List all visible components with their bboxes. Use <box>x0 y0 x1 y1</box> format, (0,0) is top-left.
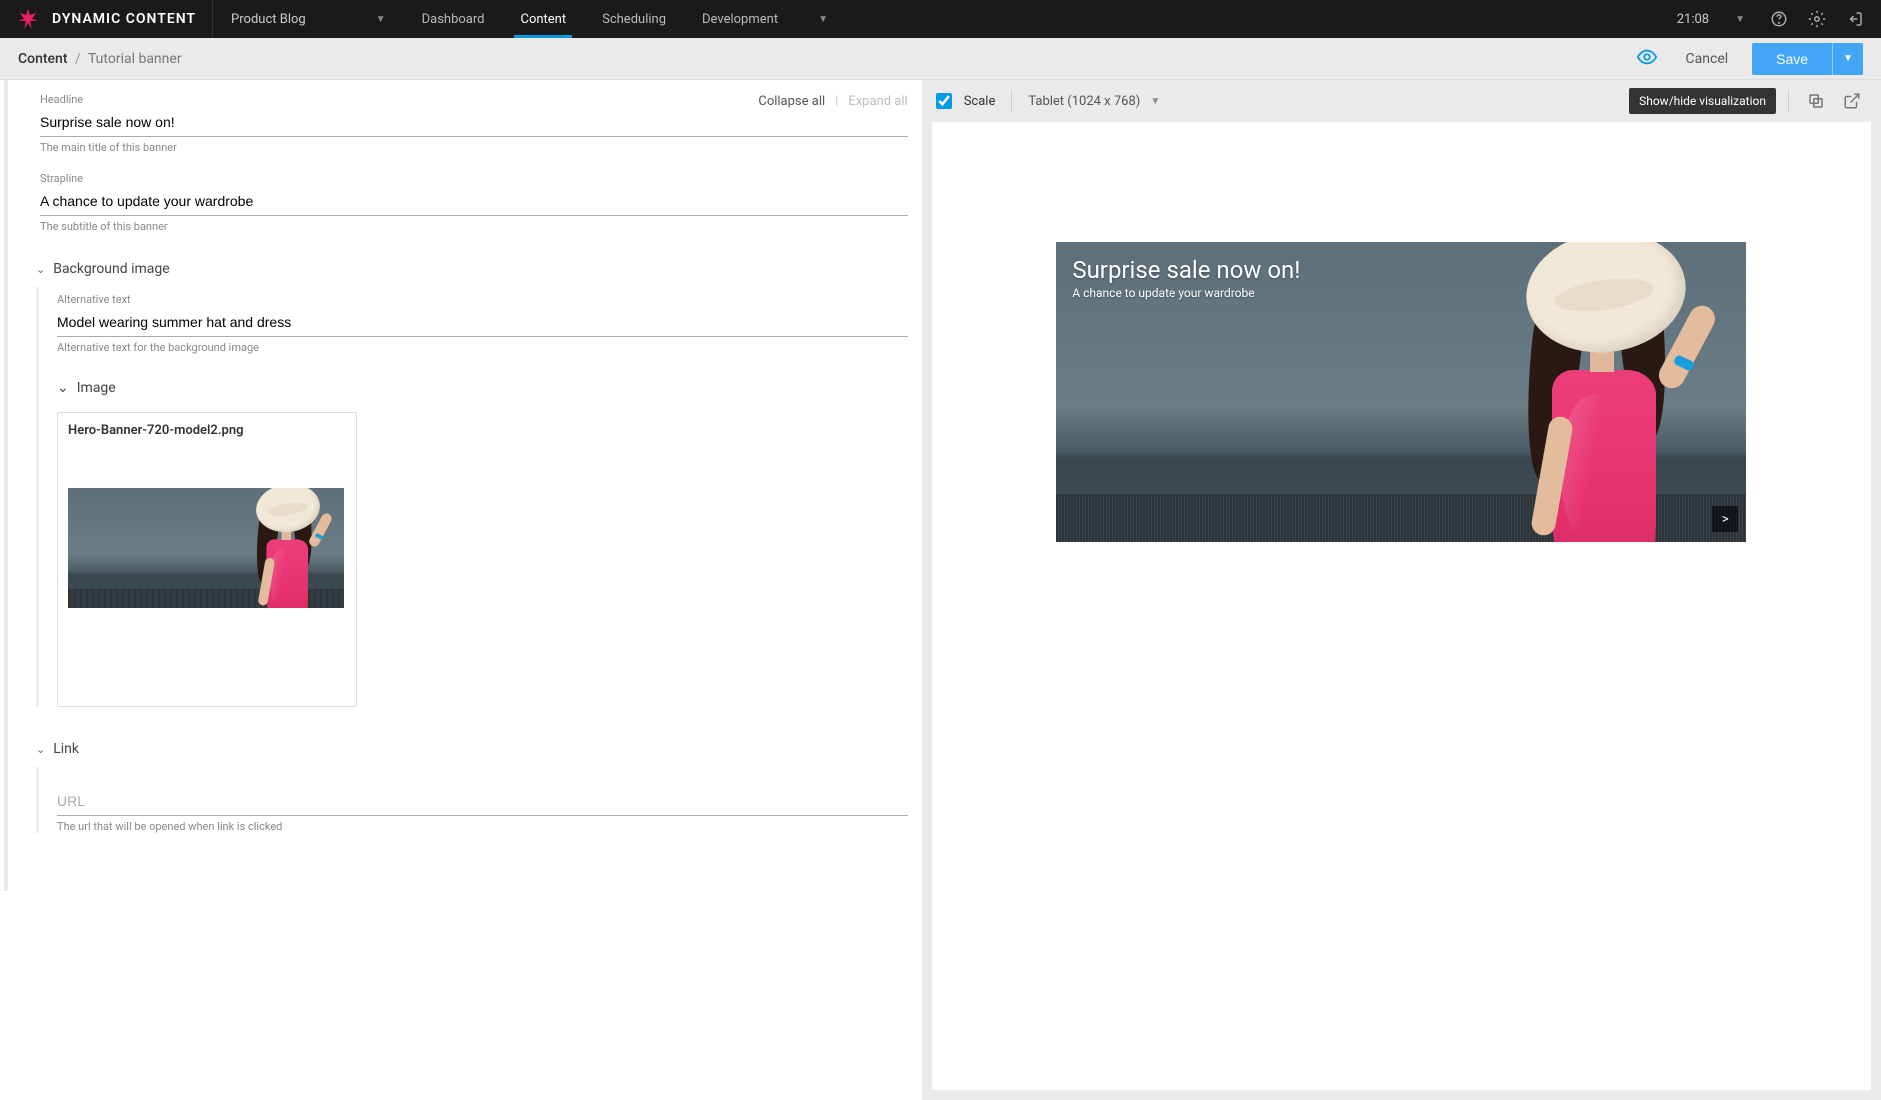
nav-tabs: Dashboard Content Scheduling Development… <box>404 0 846 38</box>
strapline-input[interactable] <box>40 187 908 216</box>
image-card[interactable]: Hero-Banner-720-model2.png <box>57 412 357 707</box>
banner-next-arrow-button[interactable]: > <box>1712 506 1738 532</box>
nav-tab-label: Dashboard <box>422 12 485 27</box>
brand-name: DYNAMIC CONTENT <box>52 11 196 27</box>
save-button-group: Save ▼ <box>1752 43 1863 75</box>
nav-tab-label: Development <box>702 12 778 27</box>
nav-tab-development[interactable]: Development ▼ <box>684 0 846 38</box>
url-input[interactable] <box>57 787 908 816</box>
nav-tab-label: Content <box>520 12 566 27</box>
chevron-down-icon: ⌄ <box>57 380 69 396</box>
settings-gear-icon[interactable] <box>1801 3 1833 35</box>
scale-label: Scale <box>964 94 996 109</box>
banner-strapline: A chance to update your wardrobe <box>1072 286 1300 300</box>
breadcrumb: Content / Tutorial banner <box>18 51 182 67</box>
open-external-icon[interactable] <box>1837 86 1867 116</box>
chevron-down-icon: ⌄ <box>36 263 45 276</box>
preview-canvas: Surprise sale now on! A chance to update… <box>1056 242 1746 542</box>
section-toggle-link[interactable]: ⌄ Link <box>22 731 908 767</box>
divider <box>1788 90 1789 112</box>
field-label: Alternative text <box>57 293 908 306</box>
device-name: Tablet (1024 x 768) <box>1028 94 1140 109</box>
breadcrumb-leaf: Tutorial banner <box>88 51 182 67</box>
divider <box>1011 90 1012 112</box>
chevron-down-icon: ▼ <box>376 14 386 25</box>
logout-icon[interactable] <box>1839 3 1871 35</box>
breadcrumb-root[interactable]: Content <box>18 51 68 67</box>
field-help: The subtitle of this banner <box>40 220 908 233</box>
nav-tab-content[interactable]: Content <box>502 0 584 38</box>
breadcrumb-separator: / <box>75 51 81 67</box>
section-body-background-image: Alternative text Alternative text for th… <box>36 287 908 707</box>
cancel-button[interactable]: Cancel <box>1676 45 1739 73</box>
alt-text-input[interactable] <box>57 308 908 337</box>
main-split: Collapse all | Expand all Headline The m… <box>0 80 1881 1100</box>
chevron-down-icon: ▼ <box>1735 14 1745 25</box>
section-toggle-image[interactable]: ⌄ Image <box>57 372 908 404</box>
banner-text-overlay: Surprise sale now on! A chance to update… <box>1072 256 1300 300</box>
topbar-right: 21:08 ▼ <box>1665 0 1881 38</box>
preview-toolbar: Scale Tablet (1024 x 768) ▼ Show/hide vi… <box>922 80 1881 122</box>
copy-icon[interactable] <box>1801 86 1831 116</box>
field-label: Strapline <box>40 172 908 185</box>
field-help: The url that will be opened when link is… <box>57 820 908 833</box>
nav-tab-scheduling[interactable]: Scheduling <box>584 0 684 38</box>
headline-input[interactable] <box>40 108 908 137</box>
field-url: The url that will be opened when link is… <box>57 787 908 833</box>
action-bar: Content / Tutorial banner Cancel Save ▼ <box>0 38 1881 80</box>
field-help: The main title of this banner <box>40 141 908 154</box>
banner-headline: Surprise sale now on! <box>1072 256 1300 284</box>
help-icon[interactable] <box>1763 3 1795 35</box>
scale-checkbox[interactable] <box>936 93 952 109</box>
image-filename: Hero-Banner-720-model2.png <box>68 423 346 438</box>
preview-frame: Surprise sale now on! A chance to update… <box>932 122 1871 1090</box>
collapse-all-button[interactable]: Collapse all <box>758 94 825 109</box>
preview-eye-icon[interactable] <box>1632 42 1662 76</box>
tooltip: Show/hide visualization <box>1629 88 1776 114</box>
brand-block: DYNAMIC CONTENT <box>0 0 213 38</box>
divider: | <box>835 94 838 109</box>
chevron-down-icon: ⌄ <box>36 743 45 756</box>
chevron-down-icon: ▼ <box>1150 96 1160 107</box>
section-title: Image <box>77 380 116 396</box>
nav-tab-label: Scheduling <box>602 12 666 27</box>
save-dropdown-button[interactable]: ▼ <box>1832 43 1863 75</box>
section-title: Background image <box>53 261 169 277</box>
chevron-down-icon: ▼ <box>818 14 828 25</box>
form-panel: Collapse all | Expand all Headline The m… <box>0 80 922 1100</box>
field-strapline: Strapline The subtitle of this banner <box>22 172 908 233</box>
save-button[interactable]: Save <box>1752 43 1832 75</box>
clock-time: 21:08 <box>1677 12 1709 27</box>
image-thumbnail <box>68 488 346 608</box>
banner-model-figure <box>1506 242 1706 542</box>
device-select[interactable]: Tablet (1024 x 768) ▼ <box>1028 94 1160 109</box>
field-alt-text: Alternative text Alternative text for th… <box>57 293 908 354</box>
clock-dropdown[interactable]: 21:08 ▼ <box>1665 12 1757 27</box>
workspace-name: Product Blog <box>231 12 306 27</box>
expand-all-button[interactable]: Expand all <box>848 94 907 109</box>
section-body-link: The url that will be opened when link is… <box>36 767 908 833</box>
field-help: Alternative text for the background imag… <box>57 341 908 354</box>
section-title: Link <box>53 741 79 757</box>
section-toggle-background-image[interactable]: ⌄ Background image <box>22 251 908 287</box>
workspace-dropdown[interactable]: Product Blog ▼ <box>213 0 404 38</box>
top-navbar: DYNAMIC CONTENT Product Blog ▼ Dashboard… <box>0 0 1881 38</box>
preview-panel: Scale Tablet (1024 x 768) ▼ Show/hide vi… <box>922 80 1881 1100</box>
nav-tab-dashboard[interactable]: Dashboard <box>404 0 503 38</box>
brand-logo-icon <box>16 7 40 31</box>
